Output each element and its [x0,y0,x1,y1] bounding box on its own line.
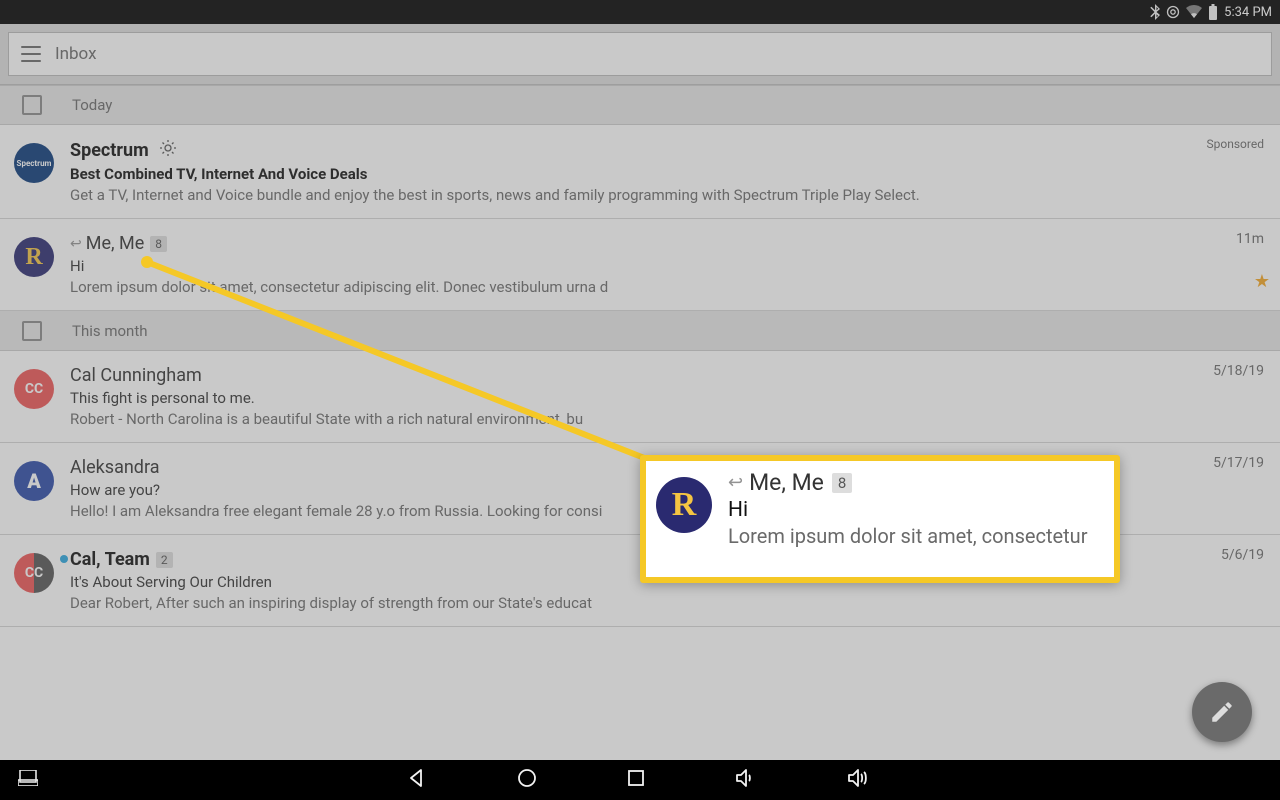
subject: This fight is personal to me. [70,389,1264,407]
select-all-checkbox[interactable] [22,321,42,341]
subject: Hi [70,257,1264,275]
thread-count: 2 [156,552,173,568]
sender: Spectrum [70,139,1264,162]
star-icon[interactable]: ★ [1254,271,1270,292]
avatar [14,237,54,277]
avatar: CC [14,369,54,409]
recent-icon[interactable] [627,769,645,791]
sender: ↩Me, Me8 [70,233,1264,254]
section-label: This month [72,322,147,340]
select-all-checkbox[interactable] [22,95,42,115]
sender: Cal, Team2 [70,549,1264,570]
thread-count: 8 [150,236,167,252]
clock-text: 5:34 PM [1224,5,1272,20]
sponsored-label: Sponsored [1207,137,1264,151]
subject: Best Combined TV, Internet And Voice Dea… [70,165,1264,183]
battery-icon [1208,4,1218,20]
snippet: Hello! I am Aleksandra free elegant fema… [70,502,1264,520]
volume-down-icon[interactable] [735,768,757,792]
nav-bar [0,760,1280,800]
time-label: 5/17/19 [1213,455,1264,471]
avatar: CC [14,553,54,593]
email-row-unread[interactable]: CC Cal, Team2 It's About Serving Our Chi… [0,535,1280,627]
hamburger-icon[interactable] [21,46,41,62]
snippet: Get a TV, Internet and Voice bundle and … [70,186,1264,204]
sender: Cal Cunningham [70,365,1264,386]
avatar [14,461,54,501]
wifi-icon [1186,5,1202,19]
snippet: Robert - North Carolina is a beautiful S… [70,410,1264,428]
volume-up-icon[interactable] [847,768,873,792]
email-row[interactable]: ↩Me, Me8 Hi Lorem ipsum dolor sit amet, … [0,219,1280,311]
section-header-today: Today [0,85,1280,125]
back-icon[interactable] [407,768,427,792]
status-bar: 5:34 PM [0,0,1280,24]
subject: It's About Serving Our Children [70,573,1264,591]
sender: Aleksandra [70,457,1264,478]
compose-button[interactable] [1192,682,1252,742]
time-label: 11m [1236,231,1264,247]
time-label: 5/18/19 [1213,363,1264,379]
screenshot-icon[interactable] [18,770,38,790]
email-row[interactable]: Aleksandra How are you? Hello! I am Alek… [0,443,1280,535]
sync-icon [1166,5,1180,19]
reply-icon: ↩ [70,236,82,252]
snippet: Dear Robert, After such an inspiring dis… [70,594,1264,612]
home-icon[interactable] [517,768,537,792]
time-label: 5/6/19 [1221,547,1264,563]
email-row-sponsored[interactable]: Spectrum Spectrum Best Combined TV, Inte… [0,125,1280,219]
avatar: Spectrum [14,143,54,183]
toolbar-title: Inbox [55,44,97,64]
unread-dot-icon [60,555,68,563]
snippet: Lorem ipsum dolor sit amet, consectetur … [70,278,1264,296]
section-header-this-month: This month [0,311,1280,351]
bluetooth-icon [1150,4,1160,20]
email-row[interactable]: CC Cal Cunningham This fight is personal… [0,351,1280,443]
toolbar: Inbox [0,24,1280,85]
sun-icon [159,139,177,162]
subject: How are you? [70,481,1264,499]
section-label: Today [72,96,112,114]
